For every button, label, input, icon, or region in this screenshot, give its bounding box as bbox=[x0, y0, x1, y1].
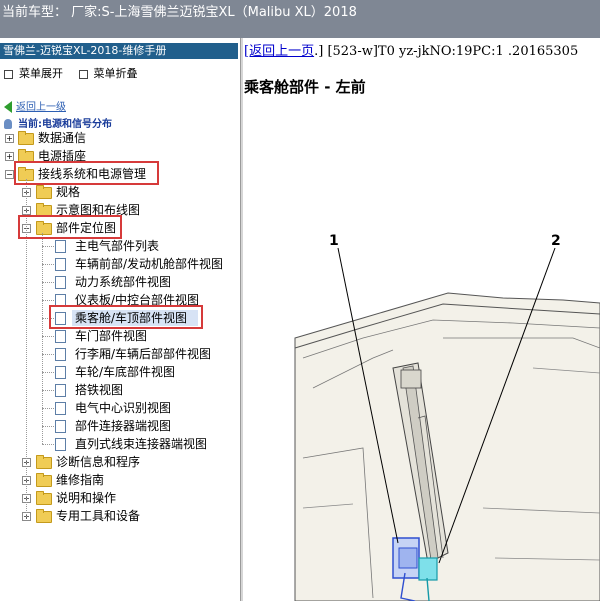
document-icon bbox=[55, 240, 66, 253]
document-icon bbox=[55, 330, 66, 343]
tree-connector bbox=[42, 264, 54, 265]
folder-icon bbox=[18, 131, 34, 145]
tree-node-15[interactable]: 搭铁视图 bbox=[0, 381, 238, 399]
annotation-highlight-box bbox=[49, 305, 203, 329]
tree-connector bbox=[42, 426, 54, 427]
navigation-pane: 雪佛兰-迈锐宝XL-2018-维修手册 菜单展开 菜单折叠 返回上一级 当前:电… bbox=[0, 38, 241, 601]
document-icon bbox=[55, 366, 66, 379]
tree-node-21[interactable]: + 说明和操作 bbox=[0, 489, 238, 507]
tree-node-7[interactable]: 主电气部件列表 bbox=[0, 237, 238, 255]
tree-node-label: 搭铁视图 bbox=[75, 383, 124, 397]
vehicle-body-outline bbox=[294, 292, 600, 601]
expand-toggle-icon[interactable]: + bbox=[5, 134, 14, 143]
back-up-link[interactable]: 返回上一级 bbox=[4, 98, 66, 113]
tree-node-8[interactable]: 车辆前部/发动机舱部件视图 bbox=[0, 255, 238, 273]
tree-node-label: 动力系统部件视图 bbox=[75, 275, 172, 289]
tree-node-14[interactable]: 车轮/车底部件视图 bbox=[0, 363, 238, 381]
tree-node-label: 主电气部件列表 bbox=[75, 239, 160, 253]
document-icon bbox=[55, 402, 66, 415]
tree-node-12[interactable]: 车门部件视图 bbox=[0, 327, 238, 345]
manual-title: 雪佛兰-迈锐宝XL-2018-维修手册 bbox=[0, 43, 238, 59]
tree-connector bbox=[42, 408, 54, 409]
menu-toolbar: 菜单展开 菜单折叠 bbox=[4, 65, 150, 81]
tree-node-22[interactable]: + 专用工具和设备 bbox=[0, 507, 238, 525]
window-title: 当前车型： 厂家:S-上海雪佛兰迈锐宝XL（Malibu XL）2018 bbox=[2, 5, 357, 20]
tree-node-label: 诊断信息和程序 bbox=[56, 455, 141, 469]
tree-node-label: 专用工具和设备 bbox=[56, 509, 141, 523]
tree-node-9[interactable]: 动力系统部件视图 bbox=[0, 273, 238, 291]
collapse-all-button[interactable]: 菜单折叠 bbox=[78, 67, 138, 80]
document-icon bbox=[55, 438, 66, 451]
tree-node-20[interactable]: + 维修指南 bbox=[0, 471, 238, 489]
tree-node-label: 规格 bbox=[56, 185, 81, 199]
tree-connector bbox=[42, 354, 54, 355]
tree-connector bbox=[42, 336, 54, 337]
folder-icon bbox=[36, 185, 52, 199]
tree-node-17[interactable]: 部件连接器端视图 bbox=[0, 417, 238, 435]
expand-toggle-icon[interactable]: + bbox=[5, 152, 14, 161]
folder-icon bbox=[36, 491, 52, 505]
annotation-highlight-box bbox=[14, 161, 159, 185]
document-icon bbox=[55, 348, 66, 361]
tree-node-label: 说明和操作 bbox=[56, 491, 117, 505]
tree-node-label: 车轮/车底部件视图 bbox=[75, 365, 176, 379]
tree-node-label: 车门部件视图 bbox=[75, 329, 148, 343]
callout-2: 2 bbox=[551, 233, 561, 249]
current-section: 当前:电源和信号分布 bbox=[4, 115, 112, 130]
tree-connector bbox=[42, 282, 54, 283]
tree-node-19[interactable]: + 诊断信息和程序 bbox=[0, 453, 238, 471]
callout-1: 1 bbox=[329, 233, 339, 249]
expand-all-button[interactable]: 菜单展开 bbox=[4, 67, 63, 80]
expand-all-icon bbox=[4, 69, 13, 79]
tree-connector bbox=[42, 444, 54, 445]
window-title-bar: 当前车型： 厂家:S-上海雪佛兰迈锐宝XL（Malibu XL）2018 bbox=[0, 0, 600, 38]
tree-node-13[interactable]: 行李厢/车辆后部部件视图 bbox=[0, 345, 238, 363]
document-icon bbox=[55, 258, 66, 271]
document-icon bbox=[55, 384, 66, 397]
tree-connector bbox=[42, 390, 54, 391]
tree-connector bbox=[42, 372, 54, 373]
tree-connector bbox=[42, 300, 54, 301]
tree-node-label: 直列式线束连接器端视图 bbox=[75, 437, 208, 451]
tree-node-label: 维修指南 bbox=[56, 473, 105, 487]
folder-icon bbox=[36, 509, 52, 523]
collapse-toggle-icon[interactable]: − bbox=[5, 170, 14, 179]
tree-connector bbox=[42, 246, 54, 247]
tree-connector-line bbox=[42, 233, 43, 444]
document-pane: [返回上一页.] [523-w]T0 yz-jkNO:19PC:1 .20165… bbox=[243, 38, 600, 601]
folder-icon bbox=[36, 473, 52, 487]
collapse-all-icon bbox=[78, 69, 88, 79]
annotation-highlight-box bbox=[18, 215, 122, 239]
component-illustration bbox=[294, 247, 600, 601]
document-icon bbox=[55, 276, 66, 289]
document-icon bbox=[55, 420, 66, 433]
location-pin-icon bbox=[4, 119, 12, 129]
tree-node-label: 部件连接器端视图 bbox=[75, 419, 172, 433]
tree-node-18[interactable]: 直列式线束连接器端视图 bbox=[0, 435, 238, 453]
tree-node-label: 电气中心识别视图 bbox=[75, 401, 172, 415]
back-arrow-icon bbox=[4, 101, 12, 113]
tree-node-label: 车辆前部/发动机舱部件视图 bbox=[75, 257, 224, 271]
tree-node-4[interactable]: + 规格 bbox=[0, 183, 238, 201]
tree-node-label: 行李厢/车辆后部部件视图 bbox=[75, 347, 212, 361]
folder-icon bbox=[36, 455, 52, 469]
tree-node-1[interactable]: + 数据通信 bbox=[0, 129, 238, 147]
tree-node-16[interactable]: 电气中心识别视图 bbox=[0, 399, 238, 417]
tree-node-label: 数据通信 bbox=[38, 131, 87, 145]
